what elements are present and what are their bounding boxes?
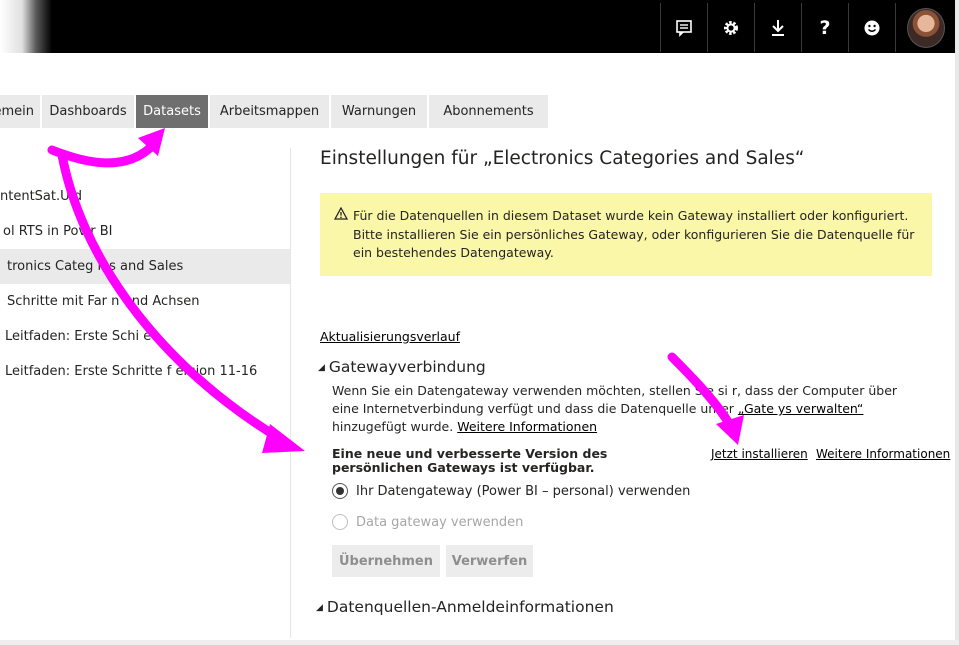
dataset-item[interactable]: ol RTS in Pov r BI: [0, 214, 290, 249]
gateway-description: Wenn Sie ein Datengateway verwenden möch…: [332, 382, 907, 436]
more-info-link-2[interactable]: Weitere Informationen: [816, 447, 950, 461]
smiley-icon[interactable]: [848, 3, 895, 52]
feedback-icon[interactable]: [660, 3, 707, 52]
help-icon[interactable]: ?: [801, 3, 848, 52]
arrowhead-gateway: [262, 424, 305, 453]
dataset-item[interactable]: Schritte mit Far n und Achsen: [0, 284, 290, 319]
settings-tabs: emein Dashboards Datasets Arbeitsmappen …: [0, 95, 550, 128]
annotation-arrow-datasets: [47, 143, 155, 168]
dataset-item[interactable]: Leitfaden: Erste Schi e: [0, 319, 290, 354]
gateway-heading: Gatewayverbindung: [328, 358, 486, 376]
tab-dashboards[interactable]: Dashboards: [42, 95, 134, 128]
tab-datasets[interactable]: Datasets: [136, 95, 208, 128]
arrowhead-datasets: [138, 128, 165, 156]
new-version-notice: Eine neue und verbesserte Version des pe…: [332, 446, 608, 475]
radio-unselected-icon[interactable]: [332, 514, 348, 530]
dataset-item[interactable]: Leitfaden: Erste Schritte f ersion 11-16: [0, 354, 290, 389]
manage-gateways-link[interactable]: „Gate ys verwalten“: [738, 401, 864, 416]
gateway-desc-text-end: hinzugefügt wurde.: [332, 419, 458, 434]
warning-banner: Für die Datenquellen in diesem Dataset w…: [320, 193, 932, 276]
list-divider: [290, 148, 291, 638]
dataset-item-selected[interactable]: tronics Categ ies and Sales: [0, 249, 290, 284]
install-now-link[interactable]: Jetzt installieren: [711, 447, 808, 461]
page-title: Einstellungen für „Electronics Categorie…: [320, 148, 805, 169]
download-icon[interactable]: [754, 3, 801, 52]
dataset-item[interactable]: ntentSat.U d: [0, 179, 290, 214]
tab-alerts[interactable]: Warnungen: [331, 95, 427, 128]
frame-edge-bottom: [0, 640, 959, 645]
tab-general[interactable]: emein: [0, 95, 40, 128]
radio-selected-icon[interactable]: [332, 483, 348, 499]
avatar[interactable]: [907, 8, 945, 48]
radio-personal-label: Ihr Datengateway (Power BI – personal) v…: [356, 483, 691, 499]
expand-triangle-icon: ◢: [316, 603, 323, 613]
warning-icon: [333, 206, 349, 227]
warning-text: Für die Datenquellen in diesem Dataset w…: [353, 208, 915, 260]
more-info-link[interactable]: Weitere Informationen: [457, 419, 597, 434]
gateway-section-header[interactable]: ◢ Gatewayverbindung: [318, 358, 486, 376]
credentials-section-header[interactable]: ◢ Datenquellen-Anmeldeinformationen: [316, 598, 614, 616]
gear-icon[interactable]: [707, 3, 754, 52]
tab-workbooks[interactable]: Arbeitsmappen: [210, 95, 329, 128]
radio-data-label: Data gateway verwenden: [356, 514, 524, 530]
tab-subscriptions[interactable]: Abonnements: [429, 95, 548, 128]
frame-edge-right: [955, 0, 959, 645]
radio-personal-gateway[interactable]: Ihr Datengateway (Power BI – personal) v…: [332, 483, 690, 499]
top-bar: ?: [0, 0, 955, 53]
apply-button[interactable]: Übernehmen: [332, 545, 440, 577]
collapse-triangle-icon: ◢: [318, 363, 325, 373]
refresh-history-link[interactable]: Aktualisierungsverlauf: [320, 329, 460, 344]
radio-data-gateway[interactable]: Data gateway verwenden: [332, 514, 523, 530]
credentials-heading: Datenquellen-Anmeldeinformationen: [326, 598, 614, 616]
discard-button[interactable]: Verwerfen: [446, 545, 533, 577]
